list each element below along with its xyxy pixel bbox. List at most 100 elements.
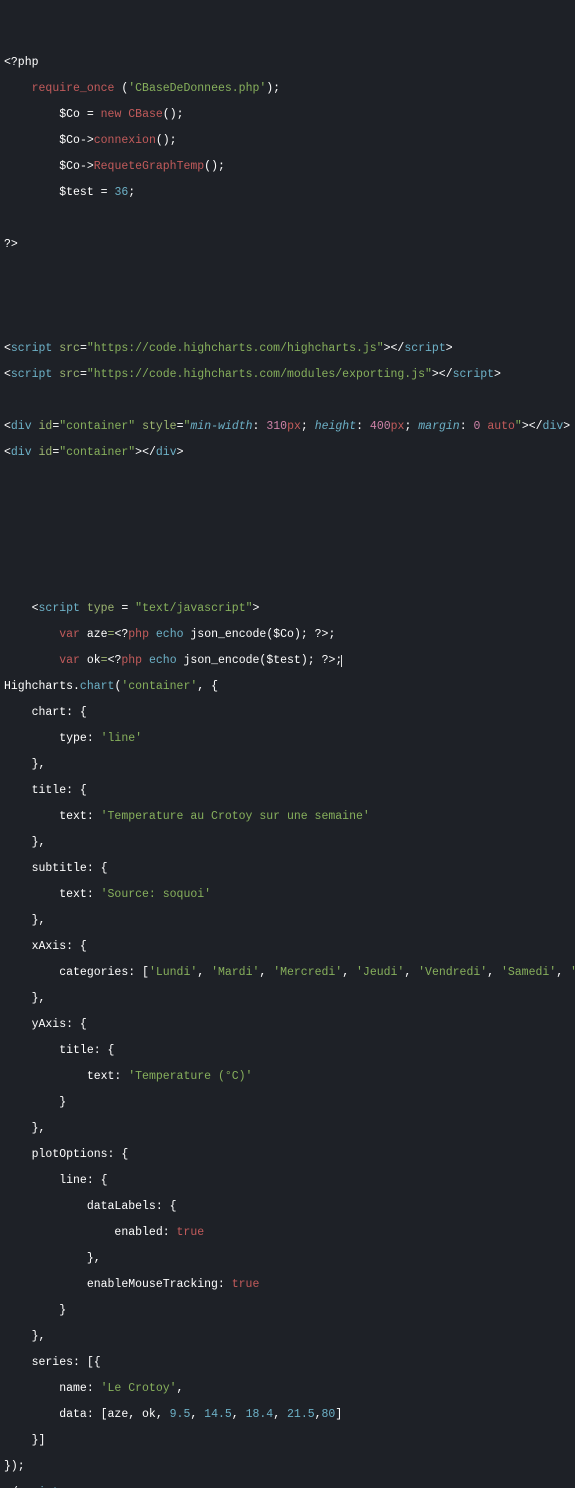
punct: = — [80, 108, 101, 121]
comma: , — [197, 966, 211, 979]
code-line: enabled: true — [4, 1226, 571, 1239]
string-literal: 'Jeudi' — [356, 966, 404, 979]
code-line: title: { — [4, 1044, 571, 1057]
func-json: json_encode( — [177, 654, 267, 667]
punct: (); — [156, 134, 177, 147]
method-connexion: connexion — [94, 134, 156, 147]
css-minwidth: min-width — [190, 420, 252, 433]
code-line: ?> — [4, 238, 571, 251]
code-line: <script type = "text/javascript"> — [4, 602, 571, 615]
string-literal: 'container' — [121, 680, 197, 693]
code-line: subtitle: { — [4, 862, 571, 875]
code-line: <script src="https://code.highcharts.com… — [4, 342, 571, 355]
code-line — [4, 576, 571, 589]
php-open: <? — [108, 654, 122, 667]
punct: ></ — [432, 368, 453, 381]
colon: : — [460, 420, 474, 433]
code-line: yAxis: { — [4, 1018, 571, 1031]
string-literal: 'Vendredi' — [418, 966, 487, 979]
lt: < — [4, 342, 11, 355]
code-line — [4, 472, 571, 485]
code-line: text: 'Source: soquoi' — [4, 888, 571, 901]
php-tag: php — [128, 628, 149, 641]
lt: < — [32, 602, 39, 615]
quote: " — [515, 420, 522, 433]
comma: , — [487, 966, 501, 979]
punct: (); — [163, 108, 184, 121]
class-cbase: CBase — [128, 108, 163, 121]
css-auto: auto — [487, 420, 515, 433]
css-unit: px — [391, 420, 405, 433]
number-literal: 21.5 — [287, 1408, 315, 1421]
tag-script: script — [11, 368, 52, 381]
punct: ></ — [135, 446, 156, 459]
code-line: Highcharts.chart('container', { — [4, 680, 571, 693]
code-line: } — [4, 1304, 571, 1317]
punct: ; — [128, 186, 135, 199]
string-literal: 'Temperature (°C)' — [128, 1070, 252, 1083]
code-line: name: 'Le Crotoy', — [4, 1382, 571, 1395]
punct: ( — [114, 82, 128, 95]
keyword-var: var — [59, 628, 80, 641]
prop-text: text: — [4, 1070, 128, 1083]
gt: > — [59, 1486, 66, 1488]
comma: , — [177, 1382, 184, 1395]
prop-data: data: [aze, ok, — [4, 1408, 170, 1421]
code-line: text: 'Temperature (°C)' — [4, 1070, 571, 1083]
code-line: <script src="https://code.highcharts.com… — [4, 368, 571, 381]
var-test: $test — [266, 654, 301, 667]
prop-categories: categories: [ — [4, 966, 149, 979]
attr-style: style — [135, 420, 176, 433]
code-line — [4, 550, 571, 563]
punct: ); — [294, 628, 315, 641]
code-line: </script> — [4, 1486, 571, 1488]
gt: > — [253, 602, 260, 615]
code-editor: <?php require_once ('CBaseDeDonnees.php'… — [4, 56, 571, 1488]
code-line — [4, 212, 571, 225]
prop-text: text: — [4, 810, 101, 823]
attr-src: src — [52, 342, 80, 355]
lt: </ — [4, 1486, 18, 1488]
code-line: <?php — [4, 56, 571, 69]
code-line: var ok=<?php echo json_encode($test); ?>… — [4, 654, 571, 667]
string-literal: "https://code.highcharts.com/modules/exp… — [87, 368, 432, 381]
lt: < — [4, 420, 11, 433]
php-open: <? — [114, 628, 128, 641]
colon: : — [253, 420, 267, 433]
var-aze: aze — [80, 628, 108, 641]
code-line: }); — [4, 1460, 571, 1473]
code-line: }, — [4, 836, 571, 849]
eq: = — [80, 342, 87, 355]
code-line — [4, 264, 571, 277]
bool-true: true — [232, 1278, 260, 1291]
code-line: $Co->RequeteGraphTemp(); — [4, 160, 571, 173]
tag-div: div — [11, 446, 32, 459]
tag-script: script — [39, 602, 80, 615]
code-line: $test = 36; — [4, 186, 571, 199]
code-line: enableMouseTracking: true — [4, 1278, 571, 1291]
var-test: $test — [59, 186, 94, 199]
code-line: <div id="container" style="min-width: 31… — [4, 420, 571, 433]
code-line: }, — [4, 914, 571, 927]
css-num: 400 — [370, 420, 391, 433]
semi: ; — [404, 420, 418, 433]
bool-true: true — [177, 1226, 205, 1239]
php-close-tag: ?> — [4, 238, 18, 251]
lt: < — [4, 446, 11, 459]
text-cursor-icon — [341, 655, 342, 667]
code-line: require_once ('CBaseDeDonnees.php'); — [4, 82, 571, 95]
comma: , — [232, 1408, 246, 1421]
code-line: }] — [4, 1434, 571, 1447]
colon: : — [356, 420, 370, 433]
prop-type: type: — [4, 732, 101, 745]
number-literal: 36 — [114, 186, 128, 199]
attr-type: type — [80, 602, 115, 615]
code-line: <div id="container"></div> — [4, 446, 571, 459]
code-line: }, — [4, 758, 571, 771]
keyword-require: require_once — [32, 82, 115, 95]
tag-script: script — [453, 368, 494, 381]
comma: , — [556, 966, 570, 979]
code-line: dataLabels: { — [4, 1200, 571, 1213]
code-line: var aze=<?php echo json_encode($Co); ?>; — [4, 628, 571, 641]
arrow: -> — [80, 134, 94, 147]
